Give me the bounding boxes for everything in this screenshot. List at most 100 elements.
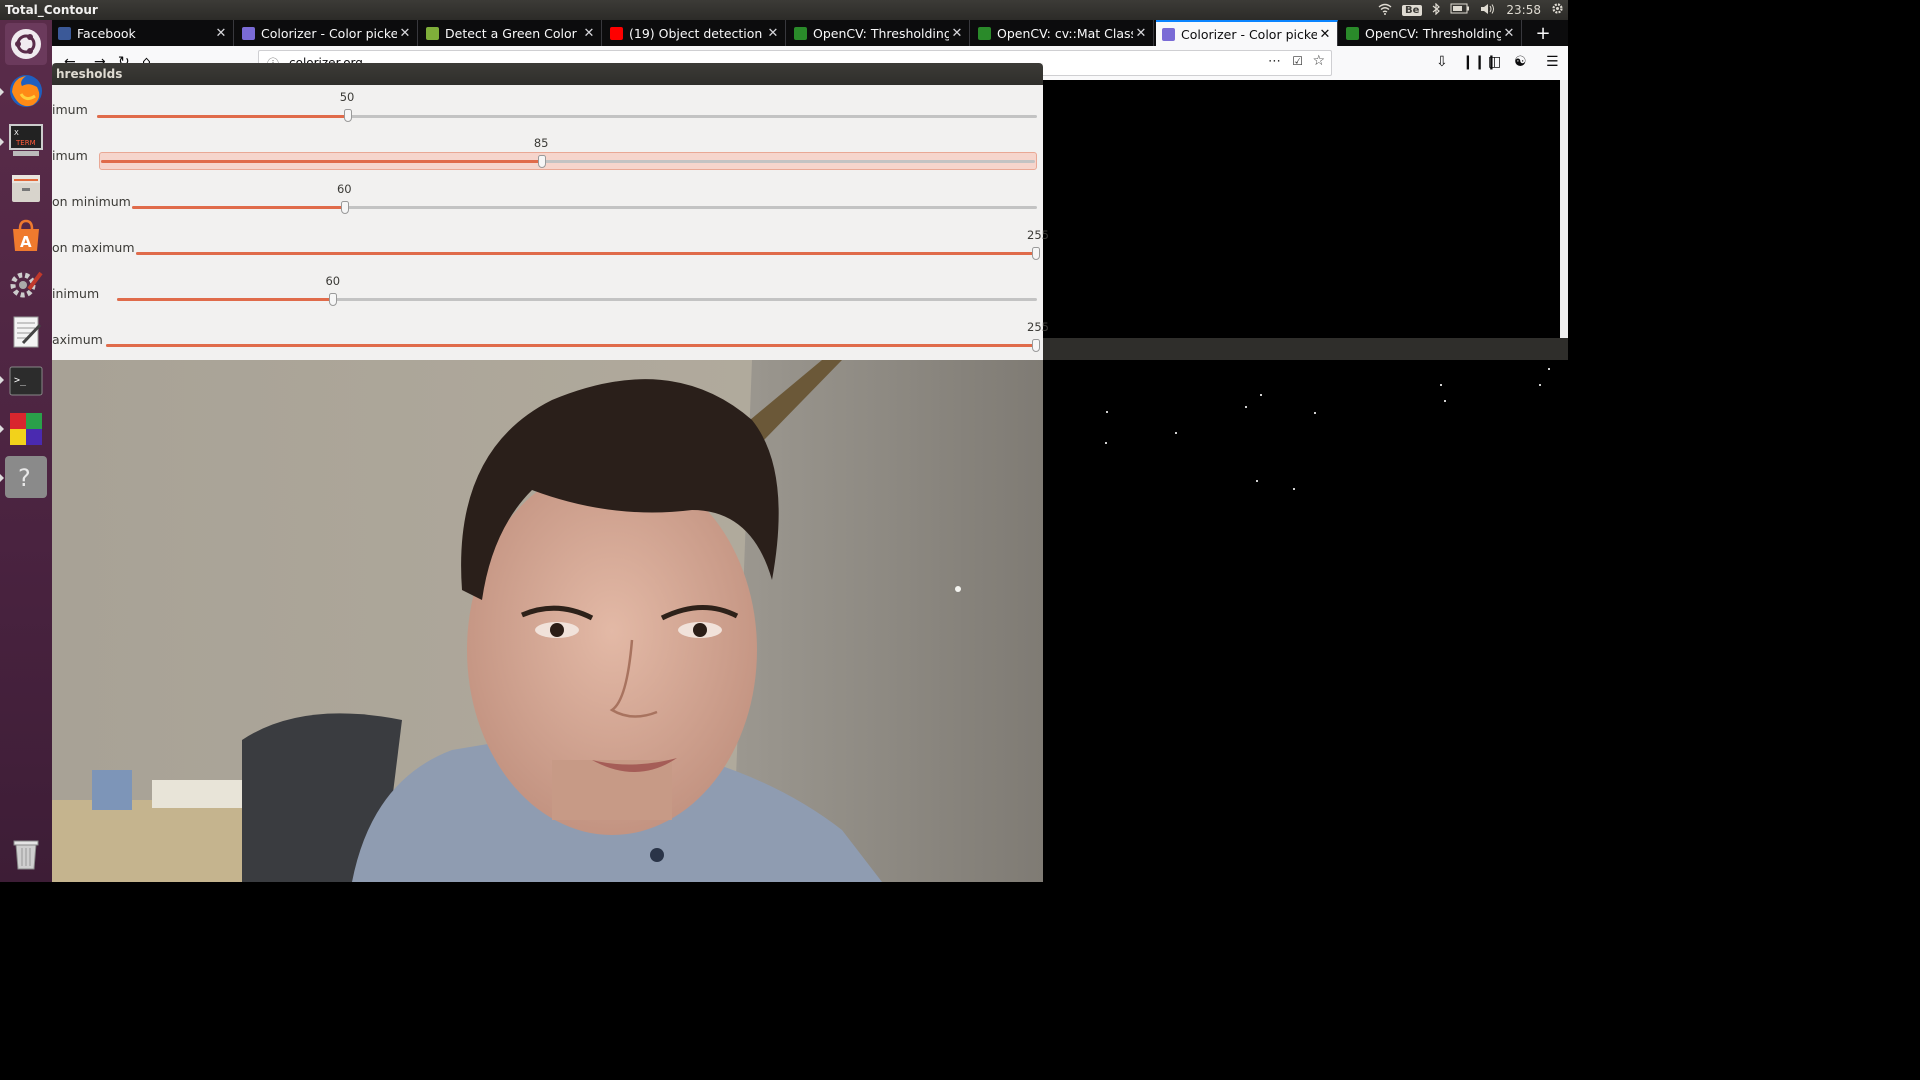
svg-text:A: A	[20, 233, 32, 251]
keyboard-layout-indicator[interactable]: Be	[1402, 4, 1423, 16]
mask-pixel	[1440, 384, 1442, 386]
files-icon[interactable]	[5, 167, 47, 209]
xterm-icon[interactable]: X TERM	[5, 119, 47, 161]
page-actions-icon[interactable]: ⋯	[1268, 54, 1281, 69]
tab-close-icon[interactable]: ✕	[397, 26, 413, 41]
browser-tab[interactable]: OpenCV: cv::Mat Class R✕	[972, 20, 1154, 46]
top-panel: Total_Contour Be 23:58	[0, 0, 1568, 20]
mask-pixel	[1245, 406, 1247, 408]
slider-label: on maximum	[52, 240, 135, 255]
slider-track[interactable]	[101, 160, 1035, 163]
software-center-icon[interactable]: A	[5, 215, 47, 257]
running-indicator	[0, 138, 4, 146]
browser-tab[interactable]: Detect a Green Color Ob✕	[420, 20, 602, 46]
slider-row-value-maximum: aximum 255	[52, 318, 1049, 364]
tab-close-icon[interactable]: ✕	[765, 26, 781, 41]
thresholds-window-title: hresholds	[52, 63, 1043, 85]
slider-fill	[136, 252, 1036, 255]
mask-pixel	[1106, 411, 1108, 413]
browser-tab[interactable]: Colorizer - Color picker a✕	[1156, 20, 1338, 46]
slider-row-value-minimum: inimum 60	[52, 272, 1043, 318]
system-tray: Be 23:58	[1378, 0, 1564, 20]
slider-fill	[101, 160, 542, 163]
tab-label: Detect a Green Color Ob	[445, 25, 581, 41]
browser-tab-strip: Facebook✕Colorizer - Color picker a✕Dete…	[52, 20, 1568, 46]
svg-text:?: ?	[18, 464, 31, 492]
terminal-icon[interactable]: >_	[5, 360, 47, 402]
slider-track[interactable]	[106, 344, 1036, 347]
bookmark-star-icon[interactable]: ☆	[1312, 53, 1325, 69]
running-indicator	[0, 376, 4, 384]
battery-icon[interactable]	[1450, 3, 1470, 17]
tab-label: Colorizer - Color picker a	[1181, 26, 1317, 42]
tab-close-icon[interactable]: ✕	[1317, 27, 1333, 42]
pocket-icon[interactable]: ☑	[1292, 54, 1303, 68]
slider-track[interactable]	[97, 115, 1037, 118]
system-settings-icon[interactable]	[5, 263, 47, 305]
launcher: X TERM A >_ ?	[0, 20, 52, 882]
slider-row-saturation-minimum: on minimum 60	[52, 180, 1043, 226]
browser-tab[interactable]: (19) Object detection usi✕	[604, 20, 786, 46]
webcam-frame	[52, 360, 1043, 882]
slider-fill	[97, 115, 348, 118]
mask-pixel	[1260, 394, 1262, 396]
trash-icon[interactable]	[5, 832, 47, 874]
sidebar-icon[interactable]: ◫	[1488, 54, 1501, 70]
tab-label: OpenCV: Thresholding O	[813, 25, 949, 41]
tab-favicon-icon	[794, 26, 807, 40]
slider-value: 60	[325, 274, 341, 288]
threshold-mask-window	[1043, 360, 1568, 882]
slider-track[interactable]	[117, 298, 1037, 301]
tab-close-icon[interactable]: ✕	[581, 26, 597, 41]
sync-account-icon[interactable]: ☯	[1514, 54, 1527, 70]
slider-handle[interactable]	[1032, 339, 1040, 352]
colorizer-icon[interactable]	[5, 408, 47, 450]
new-tab-button[interactable]: +	[1530, 20, 1556, 46]
bluetooth-icon[interactable]	[1432, 2, 1441, 18]
slider-value: 60	[336, 182, 352, 196]
tab-close-icon[interactable]: ✕	[949, 26, 965, 41]
menu-hamburger-icon[interactable]: ☰	[1546, 54, 1559, 70]
dash-home-icon[interactable]	[5, 23, 47, 65]
tab-close-icon[interactable]: ✕	[1501, 26, 1517, 41]
gear-icon[interactable]	[1551, 2, 1564, 18]
text-editor-icon[interactable]	[5, 311, 47, 353]
slider-handle[interactable]	[1032, 247, 1040, 260]
tab-favicon-icon	[610, 26, 623, 40]
slider-track[interactable]	[136, 252, 1036, 255]
clock[interactable]: 23:58	[1506, 3, 1541, 17]
mask-pixel	[1175, 432, 1177, 434]
slider-track[interactable]	[132, 206, 1037, 209]
slider-handle[interactable]	[537, 155, 546, 168]
slider-row-hue-maximum: imum 85	[52, 134, 1043, 180]
help-icon[interactable]: ?	[5, 456, 47, 498]
slider-fill	[132, 206, 345, 209]
vertical-scrollbar[interactable]	[1560, 80, 1568, 338]
browser-tab[interactable]: Colorizer - Color picker a✕	[236, 20, 418, 46]
downloads-icon[interactable]: ⇩	[1436, 54, 1448, 70]
slider-handle[interactable]	[343, 109, 352, 122]
slider-handle[interactable]	[329, 293, 338, 306]
svg-text:>_: >_	[14, 375, 27, 386]
svg-text:TERM: TERM	[15, 139, 36, 147]
slider-label: aximum	[52, 332, 103, 347]
window-title: Total_Contour	[5, 3, 98, 17]
tab-label: OpenCV: cv::Mat Class R	[997, 25, 1133, 41]
firefox-icon[interactable]	[5, 70, 47, 112]
wifi-icon[interactable]	[1378, 3, 1392, 18]
slider-label: imum	[52, 102, 88, 117]
browser-tab[interactable]: Facebook ✕	[52, 20, 234, 46]
tab-close-icon[interactable]: ✕	[213, 26, 229, 41]
webcam-image	[52, 360, 1043, 882]
running-indicator	[0, 425, 4, 433]
slider-label: inimum	[52, 286, 100, 301]
slider-value: 255	[1027, 228, 1049, 242]
browser-tab[interactable]: OpenCV: Thresholding O✕	[788, 20, 970, 46]
slider-value: 50	[339, 90, 355, 104]
tab-close-icon[interactable]: ✕	[1133, 26, 1149, 41]
black-image-window	[1043, 80, 1560, 338]
volume-icon[interactable]	[1480, 3, 1496, 18]
browser-tab[interactable]: OpenCV: Thresholding O✕	[1340, 20, 1522, 46]
mask-pixel	[1256, 480, 1258, 482]
slider-handle[interactable]	[340, 201, 349, 214]
